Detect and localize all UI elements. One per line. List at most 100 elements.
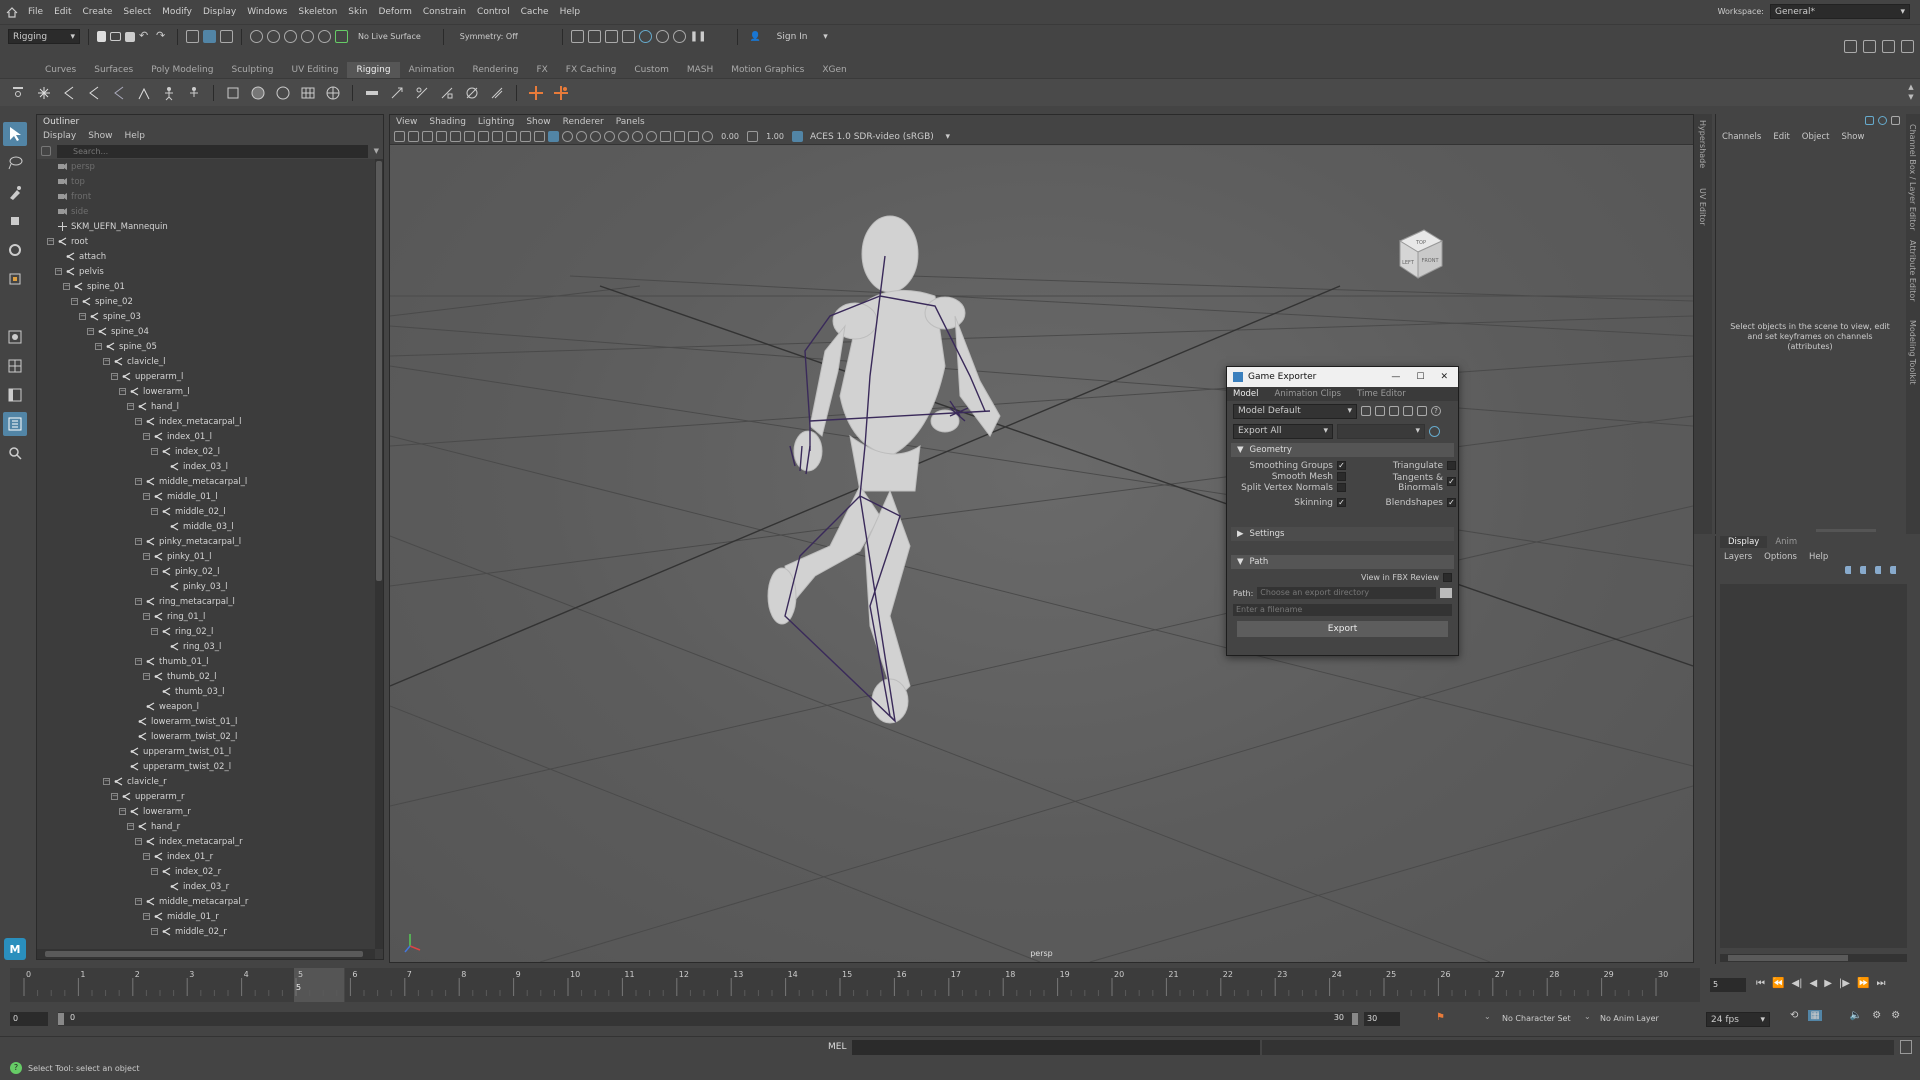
outliner-item[interactable]: − middle_metacarpal_r xyxy=(37,894,375,909)
timeline-track[interactable]: 0 1 2 3 4 5 6 7 8 9 10 11 12 13 14 15 16 17 18 19 20 21 22 23 24… xyxy=(10,968,1700,1002)
viewport-menu-view[interactable]: View xyxy=(396,117,417,127)
textured-icon[interactable] xyxy=(576,131,587,142)
outliner-item[interactable]: index_03_r xyxy=(37,879,375,894)
layer-editor-menu-options[interactable]: Options xyxy=(1764,552,1797,562)
expand-toggle-icon[interactable]: − xyxy=(143,913,150,920)
outliner-item[interactable]: pinky_03_l xyxy=(37,579,375,594)
layer-editor-menu-help[interactable]: Help xyxy=(1809,552,1828,562)
outliner-item[interactable]: top xyxy=(37,174,375,189)
shelf-tab-rendering[interactable]: Rendering xyxy=(463,62,527,78)
export-path-input[interactable]: Choose an export directory xyxy=(1257,587,1436,599)
locator-orient-icon[interactable] xyxy=(551,83,571,103)
outliner-item[interactable]: − spine_02 xyxy=(37,294,375,309)
outliner-search-input[interactable]: Search... xyxy=(57,144,368,158)
render-view-icon[interactable] xyxy=(570,30,584,43)
outliner-item[interactable]: − middle_01_l xyxy=(37,489,375,504)
expand-toggle-icon[interactable]: − xyxy=(127,823,134,830)
tool-settings-icon[interactable] xyxy=(1882,40,1895,53)
expand-toggle-icon[interactable]: − xyxy=(55,268,62,275)
snap-grid-icon[interactable] xyxy=(250,30,263,43)
menu-file[interactable]: File xyxy=(28,7,43,17)
lasso-tool-icon[interactable] xyxy=(3,151,27,175)
gate-mask-icon[interactable] xyxy=(492,131,503,142)
load-preset-icon[interactable] xyxy=(1375,406,1385,416)
human-ik-icon[interactable] xyxy=(184,83,204,103)
outliner-item[interactable]: side xyxy=(37,204,375,219)
layer-list[interactable] xyxy=(1720,584,1907,948)
resolution-gate-icon[interactable] xyxy=(478,131,489,142)
outliner-item[interactable]: − middle_02_r xyxy=(37,924,375,939)
colorspace-dropdown[interactable]: ACES 1.0 SDR-video (sRGB) ▾ xyxy=(806,129,954,144)
menu-modify[interactable]: Modify xyxy=(162,7,192,17)
outliner-item[interactable]: ring_03_l xyxy=(37,639,375,654)
outliner-item[interactable]: − root xyxy=(37,234,375,249)
expand-toggle-icon[interactable]: − xyxy=(135,418,142,425)
snap-point-icon[interactable] xyxy=(284,30,297,43)
step-back-frame-icon[interactable]: ◀| xyxy=(1791,978,1802,989)
shelf-tab-uv-editing[interactable]: UV Editing xyxy=(283,62,348,78)
anim-layer-dropdown[interactable]: No Anim Layer xyxy=(1600,1014,1659,1023)
grid-icon[interactable] xyxy=(450,131,461,142)
outliner-item[interactable]: upperarm_twist_02_l xyxy=(37,759,375,774)
menu-deform[interactable]: Deform xyxy=(378,7,411,17)
outliner-item[interactable]: − ring_02_l xyxy=(37,624,375,639)
outliner-scrollbar[interactable] xyxy=(375,159,383,949)
geometry-section-header[interactable]: ▼ Geometry xyxy=(1231,443,1454,457)
exposure-value[interactable]: 0.00 xyxy=(716,132,744,141)
smoothing-groups-checkbox[interactable]: ✓ xyxy=(1337,461,1346,470)
outliner-item[interactable]: − lowerarm_r xyxy=(37,804,375,819)
joint-tool-icon[interactable] xyxy=(34,83,54,103)
bookmark-icon[interactable] xyxy=(422,131,433,142)
filter-icon[interactable] xyxy=(41,146,51,156)
outliner-item[interactable]: − index_metacarpal_r xyxy=(37,834,375,849)
export-button[interactable]: Export xyxy=(1237,621,1448,637)
paint-weights-icon[interactable] xyxy=(273,83,293,103)
expand-toggle-icon[interactable]: − xyxy=(143,613,150,620)
expand-toggle-icon[interactable]: − xyxy=(135,538,142,545)
menu-control[interactable]: Control xyxy=(477,7,510,17)
minimize-icon[interactable]: — xyxy=(1391,372,1400,382)
undo-icon[interactable]: ↶ xyxy=(139,30,152,43)
menu-select[interactable]: Select xyxy=(123,7,151,17)
current-frame-field[interactable]: 5 xyxy=(1710,978,1746,992)
bind-skin-icon[interactable] xyxy=(223,83,243,103)
exporter-titlebar[interactable]: Game Exporter — ☐ ✕ xyxy=(1227,367,1458,387)
preset-dropdown[interactable]: Model Default ▾ xyxy=(1233,403,1357,419)
menu-create[interactable]: Create xyxy=(83,7,113,17)
locator-icon[interactable] xyxy=(526,83,546,103)
new-layer-icon[interactable] xyxy=(1875,566,1885,574)
single-perspective-layout-icon[interactable] xyxy=(3,325,27,349)
character-set-dropdown[interactable]: No Character Set xyxy=(1502,1014,1571,1023)
export-selection-dropdown[interactable]: ▾ xyxy=(1337,423,1425,439)
menu-help[interactable]: Help xyxy=(560,7,581,17)
outliner-item[interactable]: − clavicle_l xyxy=(37,354,375,369)
paint-select-icon[interactable] xyxy=(3,180,27,204)
expand-toggle-icon[interactable]: − xyxy=(135,658,142,665)
open-scene-icon[interactable] xyxy=(110,32,121,41)
four-view-layout-icon[interactable] xyxy=(3,354,27,378)
expand-toggle-icon[interactable]: − xyxy=(71,298,78,305)
anim-layers-tab[interactable]: Anim xyxy=(1767,536,1805,548)
outliner-item[interactable]: − pinky_02_l xyxy=(37,564,375,579)
tangents-binormals-checkbox[interactable]: ✓ xyxy=(1447,477,1456,486)
mel-input[interactable] xyxy=(852,1040,1260,1055)
persp-outliner-layout-icon[interactable] xyxy=(3,383,27,407)
expand-toggle-icon[interactable]: − xyxy=(103,778,110,785)
expand-toggle-icon[interactable]: − xyxy=(135,838,142,845)
search-icon[interactable] xyxy=(3,441,27,465)
outliner-item[interactable]: − pinky_metacarpal_l xyxy=(37,534,375,549)
gamma-icon[interactable] xyxy=(747,131,758,142)
wireframe-on-shaded-icon[interactable] xyxy=(562,131,573,142)
pause-icon[interactable]: ❚❚ xyxy=(690,30,707,43)
camera-attributes-icon[interactable] xyxy=(408,131,419,142)
expand-toggle-icon[interactable]: − xyxy=(151,568,158,575)
live-surface-label[interactable]: No Live Surface xyxy=(358,32,421,41)
select-camera-icon[interactable] xyxy=(394,131,405,142)
outliner-item[interactable]: − clavicle_r xyxy=(37,774,375,789)
save-scene-icon[interactable] xyxy=(125,31,135,42)
aim-constraint-icon[interactable] xyxy=(462,83,482,103)
field-chart-icon[interactable] xyxy=(506,131,517,142)
go-to-end-icon[interactable]: ⏭ xyxy=(1876,978,1885,989)
outliner-item[interactable]: − pelvis xyxy=(37,264,375,279)
orient-constraint-icon[interactable] xyxy=(412,83,432,103)
